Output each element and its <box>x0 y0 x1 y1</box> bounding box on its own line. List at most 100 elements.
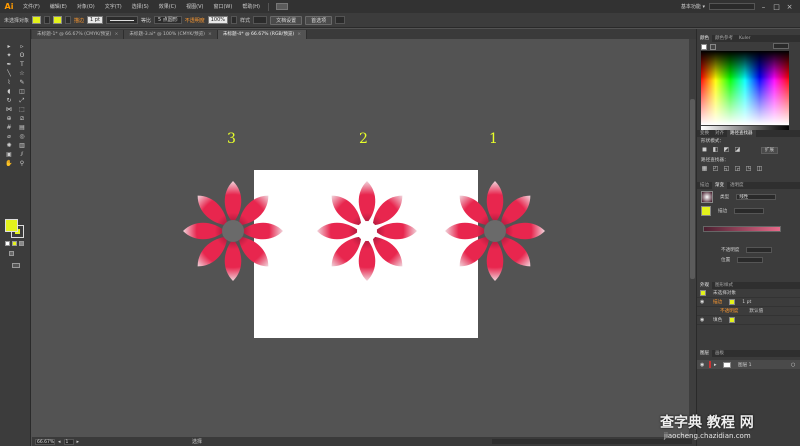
close-tab-icon[interactable]: × <box>114 32 118 37</box>
tab-pathfinder[interactable]: 路径查找器 <box>727 130 756 137</box>
expand-layer-icon[interactable]: ▸ <box>714 362 720 368</box>
tab-color-guide[interactable]: 颜色参考 <box>712 35 736 42</box>
flower-3[interactable] <box>178 176 288 286</box>
canvas-area[interactable]: 3 2 1 <box>32 39 696 437</box>
gradient-tool-icon[interactable]: ▤ <box>16 124 28 132</box>
flower-1[interactable] <box>440 176 550 286</box>
blob-brush-tool-icon[interactable]: ◖ <box>3 88 15 96</box>
direct-selection-tool-icon[interactable]: ▹ <box>16 43 28 51</box>
zoom-tool-icon[interactable]: ⚲ <box>16 160 28 168</box>
appearance-stroke-value[interactable]: 1 pt <box>738 299 755 306</box>
magic-wand-tool-icon[interactable]: ✦ <box>3 52 15 60</box>
mesh-tool-icon[interactable]: # <box>3 124 15 132</box>
vertical-scrollbar[interactable] <box>689 39 696 437</box>
zoom-input[interactable]: 66.67% <box>35 438 55 445</box>
appearance-opacity-row[interactable]: 不透明度 默认值 <box>697 307 800 316</box>
menu-object[interactable]: 对象(O) <box>72 3 100 10</box>
appearance-stroke-row[interactable]: ◉ 描边 1 pt <box>697 298 800 307</box>
symbol-sprayer-tool-icon[interactable]: ✺ <box>3 142 15 150</box>
close-icon[interactable]: × <box>785 3 794 11</box>
rotate-tool-icon[interactable]: ↻ <box>3 97 15 105</box>
visibility-eye-icon[interactable]: ◉ <box>700 362 706 368</box>
lasso-tool-icon[interactable]: ʘ <box>16 52 28 60</box>
shape-builder-tool-icon[interactable]: ⊕ <box>3 115 15 123</box>
eyedropper-tool-icon[interactable]: ⌀ <box>3 133 15 141</box>
color-spectrum[interactable] <box>701 51 789 125</box>
visibility-eye-icon[interactable]: ◉ <box>700 299 706 305</box>
hand-tool-icon[interactable]: ✋ <box>3 160 15 168</box>
gradient-mode-icon[interactable] <box>19 241 24 246</box>
color-mode-icon[interactable] <box>12 241 17 246</box>
fill-dropdown[interactable] <box>44 16 51 24</box>
preferences-button[interactable]: 首选项 <box>305 15 333 25</box>
menu-edit[interactable]: 编辑(E) <box>45 3 72 10</box>
horizontal-scrollbar[interactable] <box>492 439 692 444</box>
fill-color-box[interactable] <box>5 219 18 232</box>
search-input[interactable] <box>709 3 755 10</box>
appearance-stroke-label[interactable]: 描边 <box>709 298 726 306</box>
menu-file[interactable]: 文件(F) <box>18 3 45 10</box>
artboard-tool-icon[interactable]: ▣ <box>3 151 15 159</box>
arrange-icon[interactable] <box>335 16 346 24</box>
paintbrush-tool-icon[interactable]: ⌇ <box>3 79 15 87</box>
close-tab-icon[interactable]: × <box>208 32 212 37</box>
appearance-fill-label[interactable]: 填色 <box>709 316 726 324</box>
divide-icon[interactable]: ▦ <box>701 166 708 172</box>
minus-back-icon[interactable]: ◫ <box>756 166 763 172</box>
fill-mini-swatch[interactable] <box>701 44 707 50</box>
minus-front-icon[interactable]: ◧ <box>712 147 719 153</box>
menu-window[interactable]: 窗口(W) <box>208 3 237 10</box>
appearance-fill-row[interactable]: ◉ 填色 <box>697 316 800 325</box>
opacity-label[interactable]: 不透明度 <box>185 17 205 24</box>
flower-2[interactable] <box>312 176 422 286</box>
column-graph-tool-icon[interactable]: ▥ <box>16 142 28 150</box>
menu-view[interactable]: 视图(V) <box>181 3 208 10</box>
unite-icon[interactable]: ◼ <box>701 147 708 153</box>
gradient-opacity-input[interactable] <box>746 247 773 253</box>
type-tool-icon[interactable]: T <box>16 61 28 69</box>
menu-help[interactable]: 帮助(H) <box>237 3 265 10</box>
tab-graphic-styles[interactable]: 图形样式 <box>712 282 736 289</box>
document-setup-button[interactable]: 文档设置 <box>270 15 303 25</box>
slice-tool-icon[interactable]: ⫽ <box>16 151 28 159</box>
tab-stroke[interactable]: 描边 <box>697 182 712 189</box>
appearance-stroke-swatch[interactable] <box>729 299 736 305</box>
brush-definition[interactable]: 5 点圆形 <box>153 16 182 24</box>
line-tool-icon[interactable]: ╲ <box>3 70 15 78</box>
hex-field[interactable] <box>773 43 789 49</box>
layer-row[interactable]: ◉ ▸ 图层 1 ○ <box>697 360 800 369</box>
expand-button[interactable]: 扩展 <box>761 147 778 154</box>
gradient-stroke-options[interactable] <box>734 208 765 214</box>
tab-align[interactable]: 对齐 <box>712 130 727 137</box>
gradient-stroke-preview[interactable] <box>701 206 711 216</box>
opacity-input[interactable]: 100% <box>207 16 229 24</box>
free-transform-tool-icon[interactable]: ⬚ <box>16 106 28 114</box>
scrollbar-thumb[interactable] <box>690 99 695 279</box>
gradient-type-dropdown[interactable]: 线性 <box>736 194 777 200</box>
visibility-eye-icon[interactable]: ◉ <box>700 317 706 323</box>
style-dropdown[interactable] <box>253 16 268 24</box>
layer-target-icon[interactable]: ○ <box>791 362 797 368</box>
variable-width-profile[interactable] <box>105 16 138 24</box>
appearance-opacity-link[interactable]: 不透明度 <box>716 307 742 315</box>
pen-tool-icon[interactable]: ✒ <box>3 61 15 69</box>
tab-transparency[interactable]: 透明度 <box>727 182 747 189</box>
width-tool-icon[interactable]: ⋈ <box>3 106 15 114</box>
stroke-mini-swatch[interactable] <box>710 44 716 50</box>
gradient-position-input[interactable] <box>737 257 764 263</box>
intersect-icon[interactable]: ◩ <box>723 147 730 153</box>
doc-tab-3[interactable]: 未标题-4* @ 66.67% (RGB/预览) × <box>217 30 308 39</box>
stroke-dropdown[interactable] <box>65 16 72 24</box>
tab-gradient[interactable]: 渐变 <box>712 182 727 189</box>
scale-tool-icon[interactable]: ⤢ <box>16 97 28 105</box>
artboard-number[interactable]: 1 <box>63 438 74 445</box>
minimize-icon[interactable]: – <box>759 3 768 11</box>
doc-tab-1[interactable]: 未标题-1* @ 66.67% (CMYK/预览) × <box>32 30 125 39</box>
workspace-switcher[interactable]: 基本功能 ▾ <box>681 3 705 10</box>
tab-appearance[interactable]: 外观 <box>697 282 712 289</box>
stroke-weight-input[interactable]: 1 pt <box>87 16 103 24</box>
stroke-color-swatch[interactable] <box>53 16 63 24</box>
crop-icon[interactable]: ◲ <box>734 166 741 172</box>
menu-effect[interactable]: 效果(C) <box>154 3 181 10</box>
outline-icon[interactable]: ◳ <box>745 166 752 172</box>
